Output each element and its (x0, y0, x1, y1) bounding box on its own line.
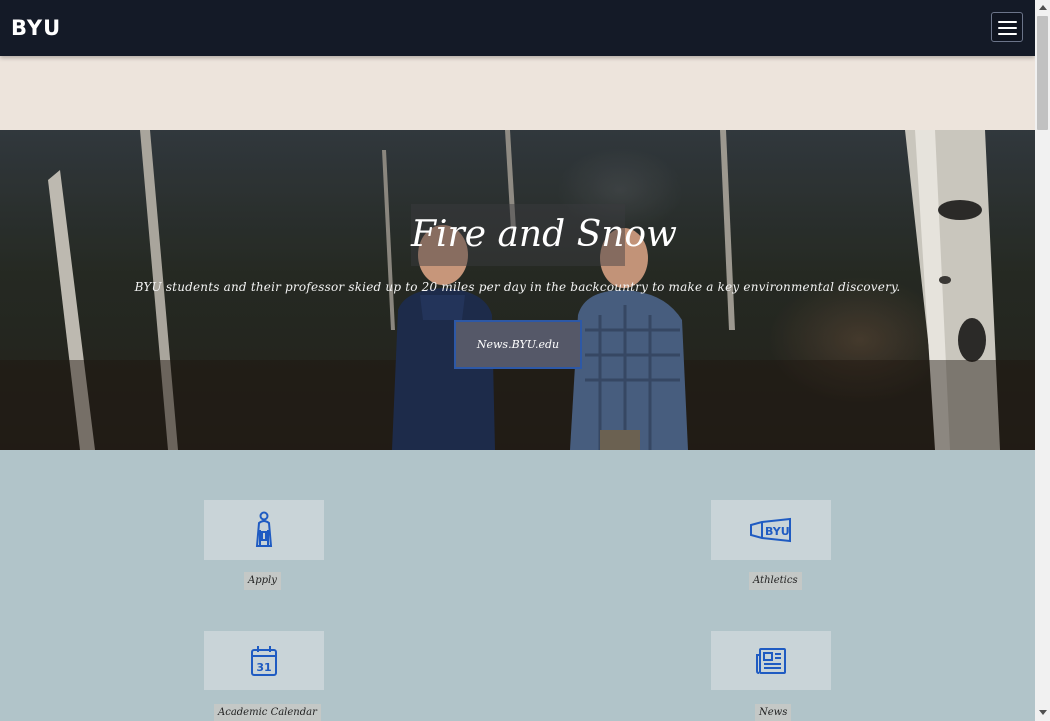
graduate-icon (255, 511, 273, 547)
site-header: BYU (0, 0, 1035, 56)
hero-title: Fire and Snow (411, 204, 677, 266)
academic-calendar-tile[interactable]: 31 (204, 631, 324, 690)
hero-subtitle: BYU students and their professor skied u… (134, 280, 901, 294)
alert-band (0, 56, 1035, 130)
news-label[interactable]: News (755, 704, 792, 721)
apply-label[interactable]: Apply (244, 572, 281, 590)
page-viewport: BYU Fire and Snow BYU students and their… (0, 0, 1035, 721)
scroll-up-arrow-icon[interactable] (1039, 5, 1047, 10)
news-tile[interactable] (711, 631, 831, 690)
svg-text:BYU: BYU (765, 525, 790, 538)
hamburger-menu-icon (998, 21, 1017, 23)
svg-text:31: 31 (256, 661, 271, 674)
newspaper-icon (756, 647, 786, 674)
scrollbar-thumb[interactable] (1037, 16, 1048, 130)
scroll-down-arrow-icon[interactable] (1039, 710, 1047, 715)
news-link-button[interactable]: News.BYU.edu (454, 320, 582, 369)
hamburger-menu-icon-bar (998, 27, 1017, 29)
apply-tile[interactable] (204, 500, 324, 560)
hamburger-menu-icon-bar (998, 33, 1017, 35)
athletics-label[interactable]: Athletics (749, 572, 802, 590)
page-scrollbar[interactable] (1035, 0, 1050, 721)
byu-logo[interactable]: BYU (11, 14, 61, 42)
byu-megaphone-icon: BYU (750, 517, 791, 543)
calendar-icon: 31 (251, 645, 277, 676)
hero-banner: Fire and Snow BYU students and their pro… (0, 130, 1035, 450)
hamburger-menu-button[interactable] (991, 12, 1023, 42)
academic-calendar-label[interactable]: Academic Calendar (214, 704, 321, 721)
athletics-tile[interactable]: BYU (711, 500, 831, 560)
